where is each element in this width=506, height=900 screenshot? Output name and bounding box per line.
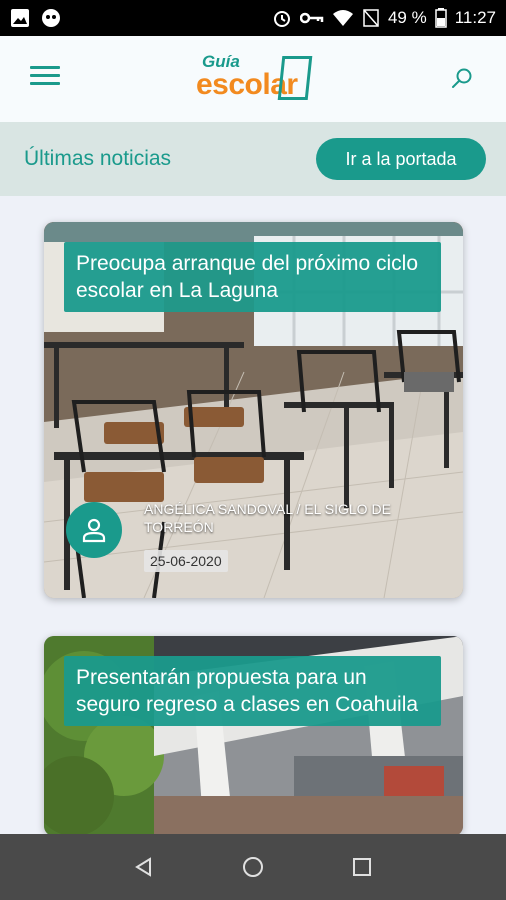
card-title: Preocupa arranque del próximo ciclo esco…: [64, 242, 441, 312]
logo-frame: [277, 56, 313, 100]
menu-icon: [30, 66, 60, 69]
back-button[interactable]: [124, 847, 164, 887]
no-signal-icon: [362, 9, 380, 27]
section-bar: Últimas noticias Ir a la portada: [0, 122, 506, 196]
status-bar: 49 % 11:27: [0, 0, 506, 36]
recents-square-icon: [352, 858, 371, 876]
image-icon: [10, 8, 30, 28]
news-card[interactable]: Presentarán propuesta para un seguro reg…: [44, 636, 463, 836]
section-title: Últimas noticias: [24, 147, 172, 170]
back-triangle-icon: [135, 857, 152, 877]
clock: 11:27: [454, 8, 496, 27]
alarm-icon: [272, 8, 292, 28]
recents-button[interactable]: [342, 847, 382, 887]
guia-escolar-logo[interactable]: Guía escolar: [196, 50, 314, 110]
person-icon: [82, 518, 106, 543]
app-notification-icon: [40, 7, 62, 29]
battery-icon: [434, 8, 447, 28]
card-title: Presentarán propuesta para un seguro reg…: [64, 656, 441, 726]
news-card[interactable]: Preocupa arranque del próximo ciclo esco…: [44, 222, 463, 598]
portada-button[interactable]: Ir a la portada: [316, 138, 486, 180]
wifi-icon: [332, 9, 354, 27]
key-icon: [299, 11, 324, 25]
card-date: 25-06-2020: [144, 550, 228, 572]
battery-percent: 49 %: [387, 8, 427, 27]
app-header: Guía escolar: [0, 36, 506, 122]
author-avatar: [66, 502, 122, 558]
home-button[interactable]: [233, 847, 273, 887]
search-icon: [452, 68, 472, 88]
search-button[interactable]: [450, 66, 474, 90]
system-nav-bar: [0, 834, 506, 900]
home-circle-icon: [242, 857, 263, 877]
menu-button[interactable]: [30, 66, 60, 90]
card-author: ANGÉLICA SANDOVAL / EL SIGLO DE TORREÓN: [144, 501, 391, 535]
